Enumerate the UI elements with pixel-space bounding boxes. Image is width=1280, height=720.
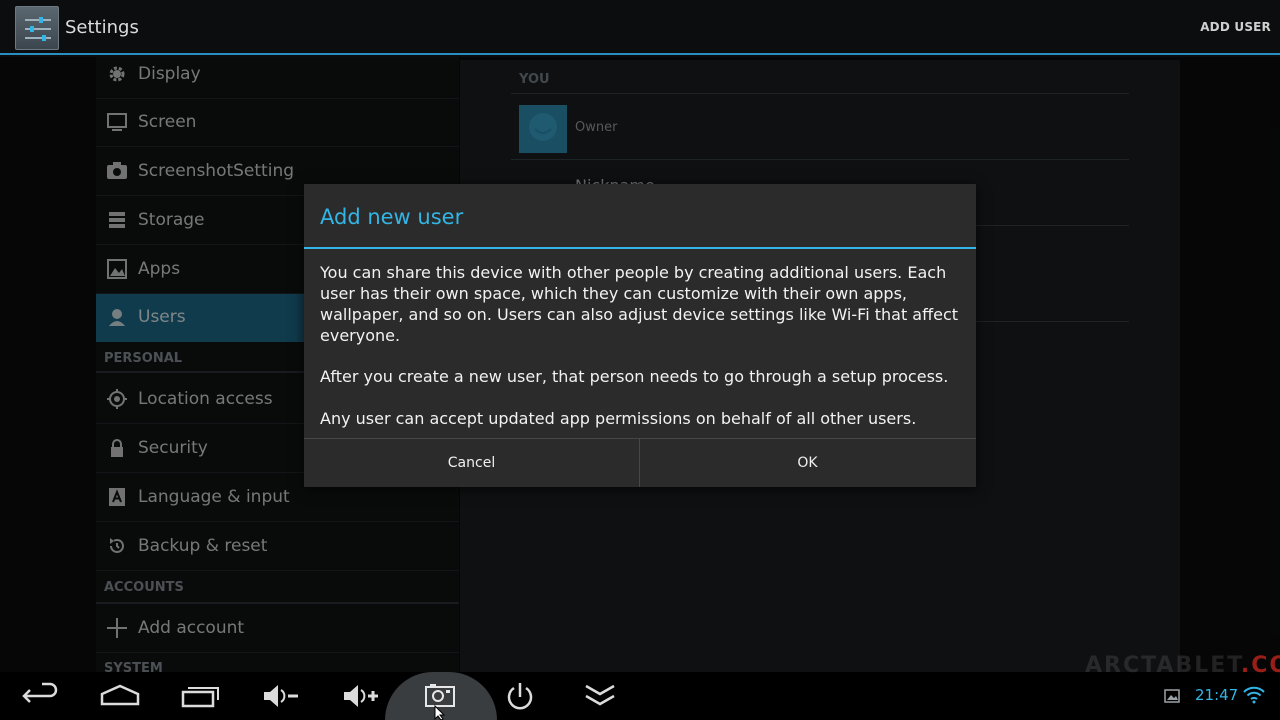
volume-down-icon[interactable] (252, 672, 312, 720)
dialog-message-paragraph: Any user can accept updated app permissi… (320, 409, 917, 428)
recents-icon[interactable] (170, 672, 230, 720)
power-icon[interactable] (490, 672, 550, 720)
back-icon[interactable] (10, 672, 70, 720)
dialog-title: Add new user (320, 205, 464, 229)
gallery-notification-icon[interactable] (1164, 688, 1180, 704)
screenshot-icon[interactable] (410, 672, 470, 720)
dialog-title-divider (304, 247, 976, 249)
settings-app-icon[interactable] (15, 6, 59, 50)
home-icon[interactable] (90, 672, 150, 720)
collapse-icon[interactable] (570, 672, 630, 720)
wifi-icon (1243, 686, 1265, 704)
status-clock: 21:47 (1195, 686, 1239, 704)
action-bar: Settings ADD USER (0, 0, 1280, 55)
add-user-button[interactable]: ADD USER (1200, 20, 1271, 34)
add-user-dialog: Add new user You can share this device w… (304, 184, 976, 487)
dialog-message-paragraph: After you create a new user, that person… (320, 367, 949, 386)
page-title: Settings (65, 17, 139, 38)
ok-button[interactable]: OK (640, 439, 975, 487)
site-watermark: ARCTABLET.COM (1085, 653, 1280, 678)
volume-up-icon[interactable] (332, 672, 392, 720)
cancel-button[interactable]: Cancel (304, 439, 639, 487)
dialog-message-paragraph: You can share this device with other peo… (320, 263, 959, 345)
